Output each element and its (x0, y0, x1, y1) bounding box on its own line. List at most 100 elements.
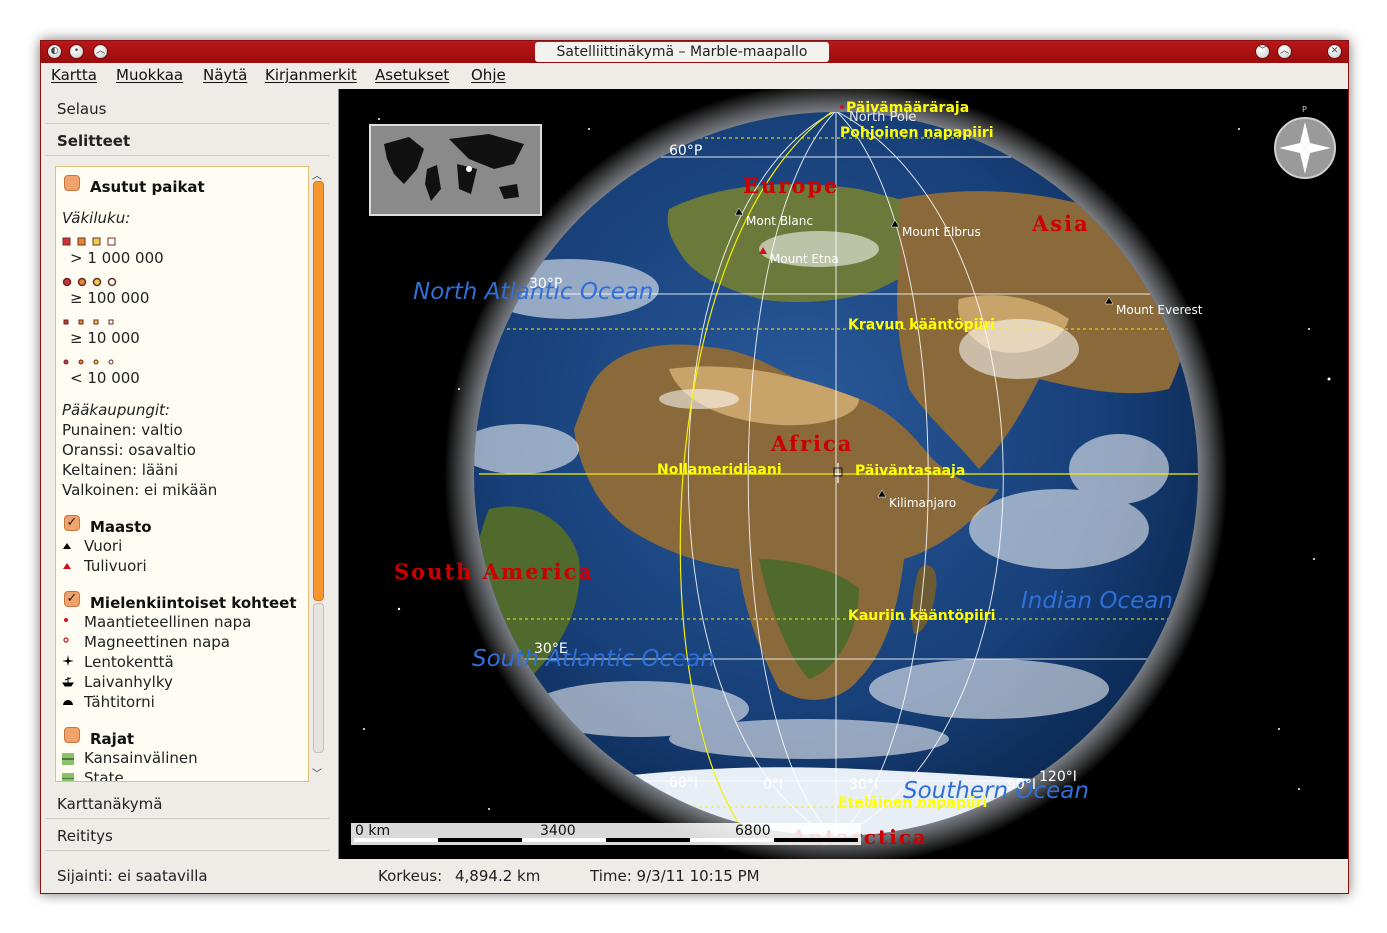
terrain-item-mountain: Vuori (84, 537, 123, 555)
sticky-icon[interactable]: • (69, 44, 84, 59)
label-date-line: Päivämääräraja (846, 100, 969, 116)
label-mount-everest: Mount Everest (1116, 303, 1203, 317)
capital-yellow: Keltainen: lääni (62, 461, 179, 479)
state-border-icon (62, 771, 74, 781)
status-altitude-label: Korkeus: (378, 867, 443, 885)
maximize-icon[interactable]: ︿ (1277, 44, 1292, 59)
population-level-3: ≥ 10 000 (70, 329, 140, 347)
grid-label-30n: 30°P (529, 276, 562, 292)
sidebar: Selaus Selitteet Asutut paikat Väkiluku:… (41, 89, 337, 859)
overview-map[interactable] (369, 124, 542, 216)
geographic-pole-icon (62, 613, 72, 631)
label-asia: Asia (1031, 211, 1090, 236)
label-prime-meridian: Nollameridiaani (657, 462, 782, 478)
terrain-item-volcano: Tulivuori (84, 557, 147, 575)
status-time: Time: 9/3/11 10:15 PM (590, 867, 760, 885)
menu-ohje[interactable]: Ohje (471, 66, 506, 84)
scale-label-6800: 6800 (735, 823, 771, 839)
grid-label-90e: 90°I (1007, 777, 1036, 793)
legend-scrollbar-thumb[interactable] (313, 181, 324, 601)
label-equator: Päiväntasaaja (855, 463, 965, 479)
terrain-title: Maasto (90, 518, 152, 536)
poi-checkbox[interactable]: ✓ (64, 591, 80, 607)
window-menu-icon[interactable]: ◐ (47, 44, 62, 59)
population-label: Väkiluku: (62, 209, 131, 227)
grid-label-60n: 60°P (669, 143, 702, 159)
observatory-icon (62, 693, 74, 711)
grid-label-30s: 30°E (534, 641, 568, 657)
grid-label-60e: 60°I (669, 775, 698, 791)
population-level-1: > 1 000 000 (70, 249, 164, 267)
grid-label-0e: 0°I (763, 777, 783, 793)
terrain-checkbox[interactable]: ✓ (64, 515, 80, 531)
label-south-america: South America (394, 559, 594, 584)
menu-asetukset[interactable]: Asetukset (375, 66, 449, 84)
populated-checkbox[interactable] (64, 175, 80, 191)
menu-muokkaa[interactable]: Muokkaa (116, 66, 183, 84)
title-bar: ◐ • ︿ Satelliittinäkymä – Marble-maapall… (41, 41, 1348, 63)
mountain-icon (62, 537, 72, 555)
label-south-atlantic: South Atlantic Ocean (472, 646, 715, 672)
scale-label-0: 0 km (355, 823, 390, 839)
label-europe: Europe (743, 173, 839, 198)
label-mount-etna: Mount Etna (770, 252, 839, 266)
label-kilimanjaro: Kilimanjaro (889, 496, 956, 510)
svg-text:P: P (1302, 105, 1307, 114)
menu-nayta[interactable]: Näytä (203, 66, 247, 84)
status-bar: Sijainti: ei saatavilla Korkeus: 4,894.2… (41, 859, 1348, 893)
scroll-down-icon[interactable]: ﹀ (312, 765, 322, 780)
tab-selitteet[interactable]: Selitteet (45, 126, 329, 156)
poi-item-shipwreck: Laivanhylky (84, 673, 173, 691)
compass-icon[interactable]: P (1274, 105, 1336, 179)
menu-kartta[interactable]: Kartta (51, 66, 97, 84)
close-icon[interactable]: ✕ (1327, 44, 1342, 59)
border-item-international: Kansainvälinen (84, 749, 198, 767)
label-tropic-cancer: Kravun kääntöpiiri (848, 317, 995, 333)
menu-bar: Kartta Muokkaa Näytä Kirjanmerkit Asetuk… (41, 63, 1348, 89)
poi-item-observatory: Tähtitorni (84, 693, 155, 711)
legend-scrollbar-track[interactable] (313, 603, 324, 753)
label-tropic-capricorn: Kauriin kääntöpiiri (848, 608, 995, 624)
tab-karttanakyma[interactable]: Karttanäkymä (45, 789, 329, 819)
label-antarctic-circle: Eteläinen napapiiri (838, 795, 987, 811)
scroll-up-icon[interactable]: ︿ (312, 167, 322, 182)
scale-bar: 0 km 3400 6800 (351, 823, 861, 845)
tab-reititys[interactable]: Reititys (45, 821, 329, 851)
legend-panel: Asutut paikat Väkiluku: > 1 000 000 ≥ 10… (55, 166, 309, 782)
shipwreck-icon (62, 673, 74, 691)
capitals-label: Pääkaupungit: (62, 401, 170, 419)
magnetic-pole-icon (62, 633, 72, 651)
populated-title: Asutut paikat (90, 178, 205, 196)
poi-item-airport: Lentokenttä (84, 653, 174, 671)
map-view[interactable]: P Europe Asia Africa South America Antar… (338, 89, 1348, 859)
grid-label-30e: 30°I (849, 777, 878, 793)
status-altitude-value: 4,894.2 km (455, 867, 541, 885)
label-mount-elbrus: Mount Elbrus (902, 225, 981, 239)
population-level-2: ≥ 100 000 (70, 289, 150, 307)
population-level-4: < 10 000 (70, 369, 140, 387)
label-indian-ocean: Indian Ocean (1021, 588, 1173, 614)
menu-kirjanmerkit[interactable]: Kirjanmerkit (265, 66, 357, 84)
capital-orange: Oranssi: osavaltio (62, 441, 196, 459)
keep-above-icon[interactable]: ︿ (93, 44, 108, 59)
grid-label-120e: 120°I (1039, 769, 1077, 785)
scale-label-3400: 3400 (540, 823, 576, 839)
capital-red: Punainen: valtio (62, 421, 183, 439)
borders-checkbox[interactable] (64, 727, 80, 743)
volcano-icon (62, 557, 72, 575)
airport-icon (62, 653, 74, 671)
window-title: Satelliittinäkymä – Marble-maapallo (535, 42, 829, 62)
poi-item-geographic-pole: Maantieteellinen napa (84, 613, 252, 631)
app-window: ◐ • ︿ Satelliittinäkymä – Marble-maapall… (40, 40, 1349, 894)
poi-title: Mielenkiintoiset kohteet (90, 594, 297, 612)
borders-title: Rajat (90, 730, 135, 748)
label-africa: Africa (770, 431, 853, 456)
border-item-state: State (84, 769, 124, 782)
capital-white: Valkoinen: ei mikään (62, 481, 218, 499)
tab-selaus[interactable]: Selaus (45, 94, 329, 124)
minimize-icon[interactable]: ﹀ (1255, 44, 1270, 59)
poi-item-magnetic-pole: Magneettinen napa (84, 633, 230, 651)
international-border-icon (62, 751, 74, 769)
label-arctic-circle: Pohjoinen napapiiri (840, 125, 994, 141)
status-location: Sijainti: ei saatavilla (57, 867, 208, 885)
